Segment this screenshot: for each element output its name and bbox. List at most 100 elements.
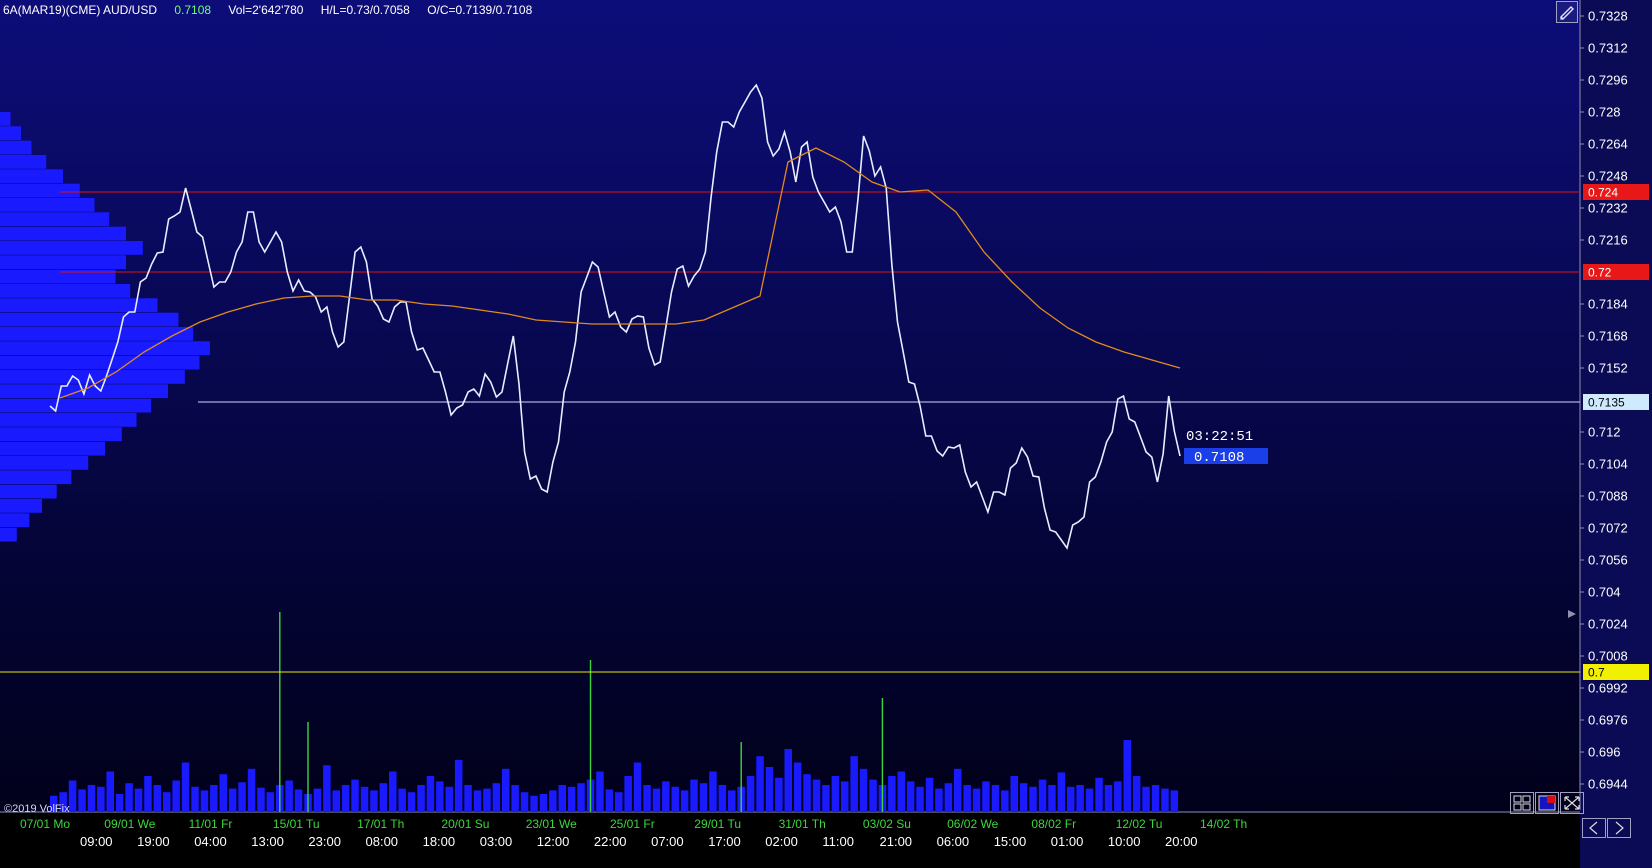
volume-profile-bar bbox=[0, 183, 80, 198]
volume-profile-bar bbox=[0, 312, 179, 327]
volume-bar bbox=[567, 786, 576, 812]
y-tick-label: 0.7232 bbox=[1588, 201, 1628, 216]
arrow-left-icon[interactable] bbox=[1582, 818, 1606, 838]
volume-bar bbox=[728, 790, 736, 812]
volume-bar bbox=[1019, 783, 1028, 812]
volume-profile-bar bbox=[0, 112, 11, 126]
countdown-label: 03:22:51 bbox=[1186, 429, 1253, 445]
y-tick-label: 0.7168 bbox=[1588, 329, 1628, 344]
open-close-label: O/C=0.7139/0.7108 bbox=[427, 3, 533, 17]
volume-bar bbox=[897, 771, 905, 812]
volume-bar bbox=[97, 786, 105, 812]
volume-profile-bar bbox=[0, 198, 95, 212]
volume-bar bbox=[464, 785, 472, 812]
symbol-label: 6A(MAR19)(CME) AUD/USD bbox=[3, 3, 158, 17]
x-date-label: 14/02 Th bbox=[1200, 817, 1247, 831]
volume-label: Vol=2'642'780 bbox=[228, 3, 304, 17]
volume-profile-bar bbox=[0, 398, 152, 413]
x-date-label: 15/01 Tu bbox=[273, 817, 320, 831]
level-tag-label: 0.7135 bbox=[1588, 396, 1625, 410]
volume-bar bbox=[831, 776, 840, 812]
volume-bar bbox=[1038, 779, 1047, 812]
copyright-label: ©2019 VolFix bbox=[4, 803, 70, 815]
volume-bar bbox=[925, 777, 934, 812]
volume-profile-bar bbox=[0, 499, 42, 513]
volume-bar bbox=[426, 776, 435, 812]
volume-bar bbox=[859, 768, 868, 812]
x-time-label: 17:00 bbox=[708, 834, 741, 849]
volume-bar bbox=[115, 794, 124, 812]
volume-bar bbox=[765, 767, 774, 812]
volume-bar bbox=[144, 776, 152, 812]
volume-bar bbox=[539, 794, 548, 812]
x-date-label: 03/02 Su bbox=[863, 817, 911, 831]
volume-bar bbox=[483, 788, 491, 812]
volume-bar bbox=[294, 789, 303, 812]
y-tick-label: 0.7072 bbox=[1588, 521, 1628, 536]
volume-bar bbox=[341, 785, 350, 812]
volume-profile-bar bbox=[0, 441, 105, 456]
layout-icon[interactable] bbox=[1535, 792, 1559, 814]
volume-bar bbox=[210, 785, 218, 812]
x-time-label: 07:00 bbox=[651, 834, 684, 849]
volume-bar bbox=[520, 792, 529, 812]
volume-bar bbox=[671, 786, 679, 812]
level-tag-label: 0.72 bbox=[1588, 266, 1612, 280]
arrow-right-icon[interactable] bbox=[1607, 818, 1631, 838]
volume-bar bbox=[1161, 788, 1169, 812]
volume-bar bbox=[1076, 785, 1084, 812]
volume-profile-bar bbox=[0, 140, 32, 155]
volume-profile-bar bbox=[0, 255, 126, 270]
volume-bar bbox=[954, 768, 962, 812]
volume-bar bbox=[1114, 781, 1122, 812]
volume-bar bbox=[502, 768, 510, 812]
volume-bar bbox=[746, 776, 755, 812]
volume-bar bbox=[1001, 790, 1009, 812]
x-date-label: 06/02 We bbox=[947, 817, 998, 831]
volume-bar bbox=[963, 785, 971, 812]
x-time-label: 15:00 bbox=[994, 834, 1027, 849]
volume-bar bbox=[436, 781, 444, 812]
volume-bar bbox=[78, 789, 86, 812]
volume-profile-bar bbox=[0, 298, 158, 313]
y-tick-label: 0.7216 bbox=[1588, 233, 1628, 248]
volume-profile-bar bbox=[0, 341, 210, 356]
volume-profile-bar bbox=[0, 126, 21, 141]
volume-bar bbox=[332, 790, 340, 812]
volume-bar bbox=[454, 759, 463, 812]
volume-profile-bar bbox=[0, 456, 89, 470]
volume-bar bbox=[803, 774, 811, 812]
y-tick-label: 0.7264 bbox=[1588, 137, 1628, 152]
pencil-icon[interactable] bbox=[1556, 1, 1578, 23]
volume-profile-bar bbox=[0, 155, 47, 169]
x-date-label: 09/01 We bbox=[104, 817, 155, 831]
volume-profile-bar bbox=[0, 427, 122, 442]
volume-profile-bar bbox=[0, 413, 137, 427]
expand-icon[interactable] bbox=[1560, 792, 1584, 814]
volume-bar bbox=[972, 788, 981, 812]
x-time-label: 23:00 bbox=[308, 834, 341, 849]
volume-bar bbox=[652, 788, 661, 812]
volume-bar bbox=[219, 774, 227, 812]
grid-icon[interactable] bbox=[1510, 792, 1534, 814]
y-tick-label: 0.6944 bbox=[1588, 777, 1628, 792]
volume-bar bbox=[191, 786, 199, 812]
price-chart[interactable]: 0.724 0.72 0.7135 0.7 0.7328 0.7312 0.7296 0.72… bbox=[0, 0, 1652, 868]
volume-bar bbox=[944, 783, 953, 812]
y-tick-label: 0.712 bbox=[1588, 425, 1621, 440]
y-tick-label: 0.7248 bbox=[1588, 169, 1628, 184]
current-price-label: 0.7108 bbox=[1194, 450, 1244, 466]
volume-bar bbox=[87, 785, 96, 812]
y-tick-label: 0.7056 bbox=[1588, 553, 1628, 568]
volume-bar bbox=[624, 776, 632, 812]
y-tick-label: 0.7296 bbox=[1588, 73, 1628, 88]
volume-bar bbox=[228, 788, 237, 812]
x-time-label: 08:00 bbox=[366, 834, 399, 849]
volume-bar bbox=[1067, 786, 1075, 812]
volume-profile-bar bbox=[0, 355, 200, 370]
x-time-label: 22:00 bbox=[594, 834, 627, 849]
y-tick-label: 0.7088 bbox=[1588, 489, 1628, 504]
volume-bar bbox=[266, 792, 275, 812]
volume-bar bbox=[662, 781, 670, 812]
volume-bar bbox=[680, 790, 689, 812]
